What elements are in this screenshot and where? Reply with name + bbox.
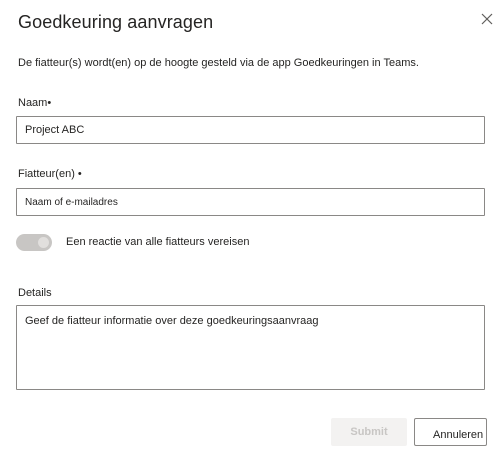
close-icon[interactable] — [478, 10, 496, 28]
details-label: Details — [18, 287, 52, 299]
require-all-label: Een reactie van alle fiatteurs vereisen — [66, 236, 250, 248]
details-textarea[interactable] — [16, 305, 485, 390]
require-all-toggle[interactable] — [16, 233, 52, 251]
dialog-description: De fiatteur(s) wordt(en) op de hoogte ge… — [18, 57, 419, 69]
approvers-input[interactable] — [16, 188, 485, 216]
toggle-knob — [38, 236, 49, 248]
approval-request-dialog: Goedkeuring aanvragen De fiatteur(s) wor… — [0, 0, 500, 455]
submit-button[interactable]: Submit — [331, 418, 407, 446]
name-label: Naam• — [18, 97, 52, 109]
require-all-row: Een reactie van alle fiatteurs vereisen — [16, 233, 249, 251]
name-input[interactable] — [16, 116, 485, 144]
cancel-button[interactable]: Annuleren — [414, 418, 487, 446]
approvers-label: Fiatteur(en) • — [18, 168, 82, 180]
dialog-title: Goedkeuring aanvragen — [18, 12, 214, 32]
